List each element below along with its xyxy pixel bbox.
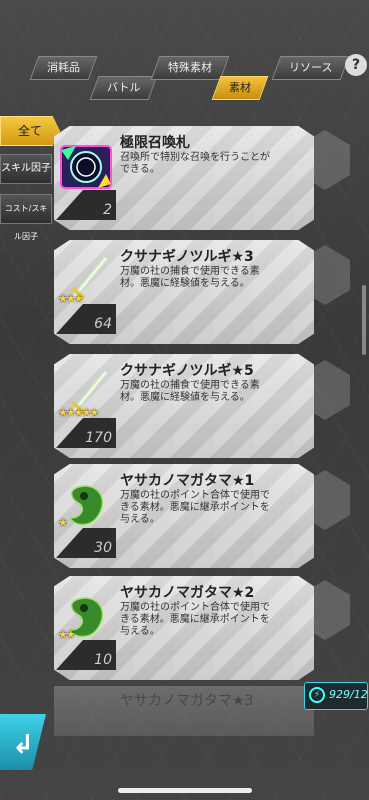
item-name: ヤサカノマガタマ★1	[120, 473, 255, 489]
item-count: 10	[94, 652, 112, 668]
tab-resources[interactable]: リソース	[271, 56, 350, 80]
filter-all[interactable]: 全て	[0, 116, 60, 146]
item-name: クサナギノツルギ★5	[120, 363, 254, 379]
list-item[interactable]: ★ 30 ヤサカノマガタマ★1 万魔の社のポイント合体で使用できる素材。悪魔に継…	[54, 464, 314, 568]
tab-special-materials[interactable]: 特殊素材	[150, 56, 230, 80]
rarity-stars: ★★★★★	[58, 406, 99, 419]
item-description: 万魔の社のポイント合体で使用できる素材。悪魔に継承ポイントを与える。	[120, 602, 270, 637]
item-description: 万魔の社のポイント合体で使用できる素材。悪魔に継承ポイントを与える。	[120, 490, 270, 525]
summon-ticket-icon	[60, 145, 112, 189]
list-scrollbar[interactable]	[362, 285, 366, 355]
item-name: クサナギノツルギ★3	[120, 249, 254, 265]
item-name: 極限召喚札	[120, 135, 190, 151]
back-arrow-icon: ↲	[12, 730, 34, 760]
item-description: 召喚所で特別な召喚を行うことができる。	[120, 152, 270, 175]
capacity-icon: ⚡	[309, 687, 325, 703]
list-item[interactable]: ★★ 10 ヤサカノマガタマ★2 万魔の社のポイント合体で使用できる素材。悪魔に…	[54, 576, 314, 680]
rarity-stars: ★★★	[58, 292, 84, 305]
item-count: 30	[94, 540, 112, 556]
item-count: 170	[85, 430, 112, 446]
inventory-capacity: ⚡ 929/12	[304, 682, 368, 710]
list-item[interactable]: ★★★★★ 170 クサナギノツルギ★5 万魔の社の捕食で使用できる素材。悪魔に…	[54, 354, 314, 458]
tab-battle[interactable]: バトル	[89, 76, 158, 100]
item-description: 万魔の社の捕食で使用できる素材。悪魔に経験値を与える。	[120, 266, 260, 289]
item-count: 64	[94, 316, 112, 332]
item-name: ヤサカノマガタマ★2	[120, 585, 255, 601]
rarity-stars: ★★	[58, 628, 76, 641]
item-count: 2	[103, 202, 112, 218]
list-item[interactable]: 2 極限召喚札 召喚所で特別な召喚を行うことができる。	[54, 126, 314, 230]
help-button[interactable]: ?	[345, 54, 367, 76]
home-indicator	[118, 788, 252, 793]
magatama-icon	[68, 485, 104, 526]
capacity-text: 929/12	[329, 688, 368, 701]
item-name: ヤサカノマガタマ★3	[120, 693, 254, 709]
list-item[interactable]: ★★★ 64 クサナギノツルギ★3 万魔の社の捕食で使用できる素材。悪魔に経験値…	[54, 240, 314, 344]
item-description: 万魔の社の捕食で使用できる素材。悪魔に経験値を与える。	[120, 380, 260, 403]
tab-consumables[interactable]: 消耗品	[29, 56, 98, 80]
filter-cost-skill-factor[interactable]: コスト/スキル因子	[0, 194, 52, 241]
filter-skill-factor[interactable]: スキル因子	[0, 154, 52, 184]
tab-materials[interactable]: 素材	[211, 76, 269, 100]
rarity-stars: ★	[58, 516, 68, 529]
